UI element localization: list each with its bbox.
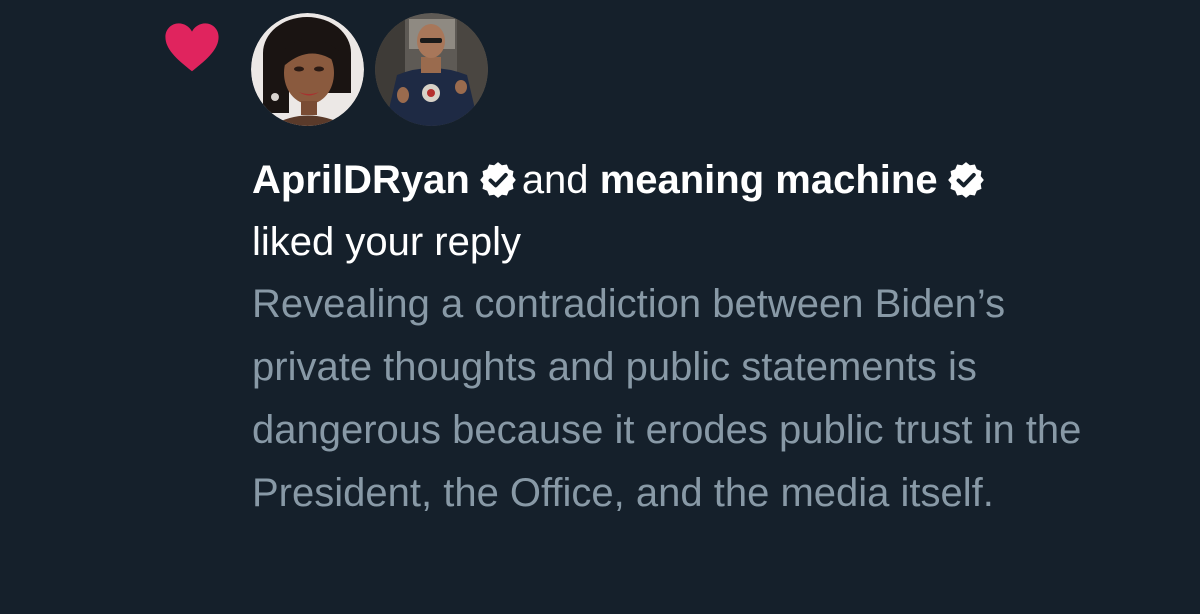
like-notification[interactable]: AprilDRyan and meaning machine liked your … bbox=[0, 0, 1200, 614]
verified-badge-icon bbox=[479, 162, 516, 198]
heart-icon bbox=[165, 23, 219, 72]
avatar-group bbox=[251, 13, 488, 126]
notification-headline: AprilDRyan and meaning machine liked your … bbox=[252, 149, 1152, 273]
reply-text[interactable]: Revealing a contradiction between Biden’… bbox=[252, 273, 1132, 525]
action-text: liked your reply bbox=[252, 220, 522, 264]
user-name-link[interactable]: AprilDRyan bbox=[252, 158, 470, 202]
user-name-link[interactable]: meaning machine bbox=[600, 158, 938, 202]
verified-badge-icon bbox=[947, 162, 984, 198]
notification-body: AprilDRyan and meaning machine liked your … bbox=[252, 149, 1152, 525]
connector-text: and bbox=[521, 158, 589, 202]
avatar[interactable] bbox=[251, 13, 364, 126]
avatar[interactable] bbox=[375, 13, 488, 126]
